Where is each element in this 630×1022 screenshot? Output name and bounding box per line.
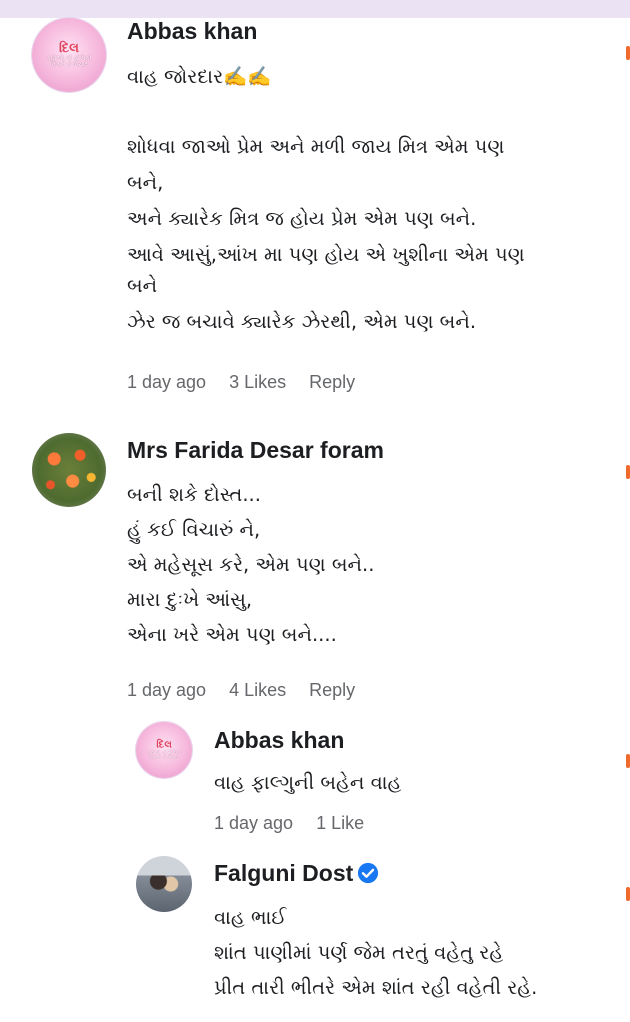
timestamp: 1 day ago	[127, 372, 207, 392]
commenter-name[interactable]: Falguni Dost	[214, 860, 379, 887]
comment-line: વાહ ફાલ્ગુની બહેન વાહ	[214, 771, 402, 794]
comment-line: બની શકે દોસ્ત...	[127, 483, 261, 506]
commenter-name-text: Falguni Dost	[214, 860, 354, 886]
top-status-strip	[0, 0, 630, 18]
likes-count[interactable]: 3 Likes	[229, 372, 286, 392]
commenter-name[interactable]: Mrs Farida Desar foram	[127, 437, 384, 464]
scroll-marker	[626, 46, 630, 60]
comment-text: વાહ ભાઈ શાંત પાણીમાં પર્ણ જેમ તરતું વહેત…	[214, 903, 537, 1002]
comment-line: એ મહેસૂસ કરે, એમ પણ બને..	[127, 553, 375, 576]
comment-line: બને	[127, 274, 158, 297]
comment-meta: 1 day ago 4 Likes Reply	[127, 680, 373, 701]
comment-line: હું કઈ વિચારું ને,	[127, 518, 261, 541]
avatar[interactable]	[32, 433, 106, 507]
avatar-logo-text: દિલ કવિઓ ની સ્ટેપિકો લિખને કે વિચાર	[46, 40, 92, 68]
avatar[interactable]: દિલ કવિઓ ની સ્ટેપિકો લિખને કે વિચાર	[32, 18, 106, 92]
comment-line: ઝેર જ બચાવે ક્યારેક ઝેરથી, એમ પણ બને.	[127, 310, 477, 333]
avatar[interactable]	[136, 856, 192, 912]
comment-line: શાંત પાણીમાં પર્ણ જેમ તરતું વહેતુ રહે	[214, 941, 504, 964]
comment-line: એના ખરે એમ પણ બને....	[127, 623, 337, 646]
reply-button[interactable]: Reply	[309, 372, 355, 392]
comment-line	[127, 91, 525, 120]
scroll-marker	[626, 887, 630, 901]
likes-count[interactable]: 4 Likes	[229, 680, 286, 700]
scroll-marker	[626, 754, 630, 768]
comment-line: શોધવા જાઓ પ્રેમ અને મળી જાય મિત્ર એમ પણ	[127, 135, 505, 158]
commenter-name[interactable]: Abbas khan	[214, 727, 344, 754]
comment-meta: 1 day ago 1 Like	[214, 813, 382, 834]
commenter-name[interactable]: Abbas khan	[127, 18, 257, 45]
comment-line: અને ક્યારેક મિત્ર જ હોય પ્રેમ એમ પણ બને.	[127, 207, 477, 230]
comment-line: આવે આસું,આંખ મા પણ હોય એ ખુશીના એમ પણ	[127, 243, 525, 266]
scroll-marker	[626, 465, 630, 479]
comment-line: વાહ જોરદાર✍️✍️	[127, 65, 272, 88]
reply-button[interactable]: Reply	[309, 680, 355, 700]
comment-line: પ્રીત તારી ભીતરે એમ શાંત રહી વહેતી રહે.	[214, 976, 538, 999]
timestamp: 1 day ago	[214, 813, 294, 833]
likes-count[interactable]: 1 Like	[316, 813, 364, 833]
comment-meta: 1 day ago 3 Likes Reply	[127, 372, 373, 393]
verified-badge-icon	[358, 862, 379, 884]
comment-text: બની શકે દોસ્ત... હું કઈ વિચારું ને, એ મહ…	[127, 480, 374, 649]
comment-text: વાહ ફાલ્ગુની બહેન વાહ	[214, 768, 401, 797]
comment-line: વાહ ભાઈ	[214, 906, 287, 929]
timestamp: 1 day ago	[127, 680, 207, 700]
comment-line: મારા દુઃખે આંસુ,	[127, 588, 253, 611]
avatar-logo-text: દિલ કવિઓ ની સ્ટેપિકો લિખને કે વિચાર	[146, 738, 182, 760]
comment-line: બને,	[127, 171, 164, 194]
comment-text: વાહ જોરદાર✍️✍️ શોધવા જાઓ પ્રેમ અને મળી જ…	[127, 62, 525, 336]
avatar[interactable]: દિલ કવિઓ ની સ્ટેપિકો લિખને કે વિચાર	[136, 722, 192, 778]
